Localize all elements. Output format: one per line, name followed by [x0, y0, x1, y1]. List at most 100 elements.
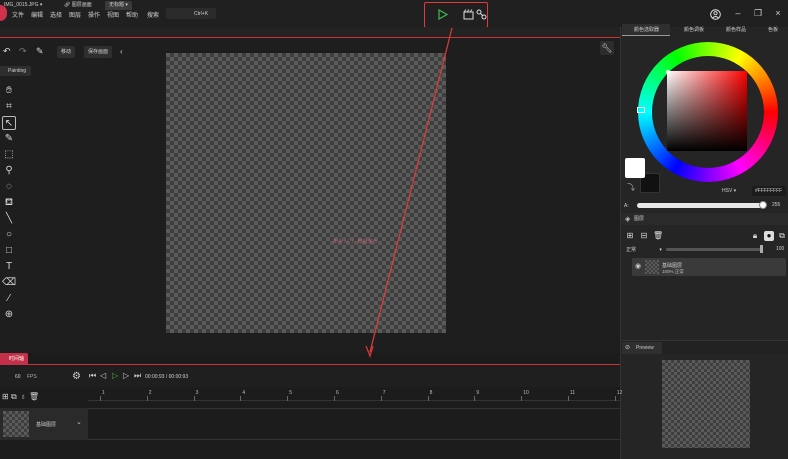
tab-layer-view[interactable]: 🔗︎ 图层画面 — [60, 1, 96, 10]
tab-color-picker[interactable]: 颜色选取器 — [622, 24, 670, 36]
step-back-icon[interactable]: ◁ — [100, 371, 106, 380]
menu-search[interactable]: 搜索 — [147, 10, 159, 19]
hue-marker[interactable] — [637, 107, 645, 113]
ruler-tick-line — [380, 396, 382, 401]
eraser-icon[interactable]: ⌫ — [2, 276, 16, 290]
save-view-button[interactable]: 保存画面 — [84, 46, 113, 58]
saturation-value-square[interactable] — [667, 71, 747, 151]
ellipse-icon[interactable]: ○ — [2, 228, 16, 242]
line-icon[interactable]: ╲ — [2, 212, 16, 226]
magic-wand-icon[interactable]: ⚲ — [2, 164, 16, 178]
fps-input[interactable]: 60 — [15, 374, 21, 380]
duplicate-frame-icon[interactable]: ⧉ — [11, 392, 17, 402]
rect-select-icon[interactable]: ⬚ — [2, 148, 16, 162]
swap-colors-icon[interactable]: ⤵ — [627, 182, 635, 193]
tab-color-palette-label: 颜色调板 — [684, 27, 705, 33]
layer-opacity-value[interactable]: 100 — [776, 246, 784, 252]
painting-label-text: Painting — [8, 68, 27, 74]
tab-image[interactable]: IMG_0015.JPG ▾ — [0, 1, 46, 10]
timeline-ruler[interactable] — [88, 387, 620, 401]
chevron-down-icon[interactable]: ⌄ — [76, 418, 82, 426]
ruler-tick-label: 4 — [242, 390, 246, 396]
alpha-slider[interactable] — [637, 203, 765, 208]
fill-bucket-icon[interactable]: ⛾ — [2, 196, 16, 210]
menu-help[interactable]: 帮助 — [126, 10, 138, 19]
ruler-tick-label: 8 — [429, 390, 433, 396]
tab-swatches[interactable]: 色板 — [756, 24, 788, 36]
skip-end-icon[interactable]: ⏭ — [134, 371, 141, 381]
menu-action[interactable]: 操作 — [88, 10, 100, 19]
preview-thumbnail — [662, 360, 750, 448]
menu-file[interactable]: 文件 — [12, 10, 24, 19]
alpha-value[interactable]: 255 — [772, 202, 780, 208]
ruler-tick-label: 7 — [382, 390, 386, 396]
fps-label: FPS — [27, 374, 37, 380]
menu-view[interactable]: 视图 — [107, 10, 119, 19]
play-icon[interactable] — [438, 9, 448, 20]
tab-color-picker-label: 颜色选取器 — [634, 27, 660, 33]
lock-icon[interactable]: 🔒︎ — [750, 231, 760, 241]
search-shortcut-field[interactable]: Ctrl+K — [166, 8, 216, 19]
hex-color-field[interactable]: #FFFFFFFF — [752, 186, 786, 196]
wrench-icon[interactable]: 🔧︎ — [600, 41, 614, 55]
account-icon[interactable] — [710, 9, 721, 20]
ruler-tick-line — [334, 396, 335, 401]
timeline-play-icon[interactable]: ▷ — [112, 371, 118, 380]
blend-mode-select[interactable]: 正常 ▾ — [626, 246, 662, 253]
hand-icon[interactable]: ✋︎ — [2, 84, 16, 98]
pencil-icon[interactable]: ✎ — [2, 132, 16, 146]
rectangle-icon[interactable]: □ — [2, 244, 16, 258]
alpha-slider-handle[interactable] — [759, 201, 767, 209]
tab-swatches-label: 色板 — [768, 27, 779, 33]
layer-opacity-slider[interactable] — [666, 248, 761, 251]
eyedropper-icon[interactable]: ⁄ — [2, 292, 16, 306]
select-arrow-icon[interactable]: ↖ — [2, 116, 16, 130]
step-forward-icon[interactable]: ▷ — [123, 371, 129, 380]
new-layer-icon[interactable]: ⊞ — [625, 231, 635, 241]
track-lane[interactable] — [88, 408, 620, 440]
tab-timeline[interactable]: 时间轴 — [0, 353, 28, 365]
ruler-tick-label: 6 — [336, 390, 339, 396]
move-button[interactable]: 移动 — [57, 46, 76, 58]
zoom-icon[interactable]: ⊕ — [2, 308, 16, 322]
layer-opacity-handle[interactable] — [760, 245, 763, 253]
new-group-icon[interactable]: ⊟ — [639, 231, 649, 241]
delete-frame-icon[interactable]: 🗑︎ — [29, 392, 39, 401]
maximize-icon[interactable]: ❐ — [752, 7, 764, 19]
undo-icon[interactable]: ↶ — [3, 46, 11, 57]
collapse-toolbar-icon[interactable]: ‹ — [120, 47, 123, 56]
text-icon[interactable]: T — [2, 260, 16, 274]
lasso-icon[interactable]: ◌ — [2, 180, 16, 194]
primary-color-swatch[interactable] — [625, 158, 645, 178]
clapper-icon[interactable] — [463, 9, 474, 20]
menu-edit[interactable]: 编辑 — [31, 10, 43, 19]
menu-select[interactable]: 选择 — [50, 10, 62, 19]
onion-skin-icon[interactable]: ♁ — [20, 392, 26, 401]
ruler-tick-label: 2 — [148, 390, 152, 396]
menu-layer[interactable]: 图层 — [69, 10, 81, 19]
ruler-tick-line — [568, 396, 569, 401]
tab-untitled[interactable]: 无标题 ▾ — [105, 1, 132, 10]
add-frame-icon[interactable]: ⊞ — [2, 392, 9, 401]
color-mode-select[interactable]: HSV ▾ — [722, 188, 736, 194]
mask-icon[interactable]: ● — [764, 231, 774, 241]
crop-icon[interactable]: ⌗ — [2, 100, 16, 114]
eye-icon[interactable]: ◉ — [635, 262, 641, 270]
painting-tools-label[interactable]: Painting — [0, 66, 31, 76]
clip-icon[interactable]: ⧉ — [777, 231, 787, 241]
alpha-label: A: — [624, 203, 629, 209]
drawing-canvas[interactable] — [166, 53, 446, 333]
tab-layer-view-label: 图层画面 — [71, 2, 92, 8]
close-icon[interactable]: × — [772, 7, 784, 19]
preview-icon: ⊘ — [625, 345, 631, 351]
redo-icon[interactable]: ↷ — [19, 46, 27, 57]
gear-icon[interactable]: ⚙ — [72, 371, 81, 382]
edit-icon[interactable]: ✎ — [36, 46, 44, 57]
sv-marker[interactable] — [666, 70, 670, 74]
tab-color-samples[interactable]: 颜色样品 — [714, 24, 754, 36]
nodes-icon[interactable] — [476, 9, 487, 20]
delete-layer-icon[interactable]: 🗑︎ — [653, 231, 663, 241]
minimize-icon[interactable]: – — [732, 7, 744, 19]
tab-color-palette[interactable]: 颜色调板 — [672, 24, 712, 36]
skip-start-icon[interactable]: ⏮ — [89, 371, 96, 381]
